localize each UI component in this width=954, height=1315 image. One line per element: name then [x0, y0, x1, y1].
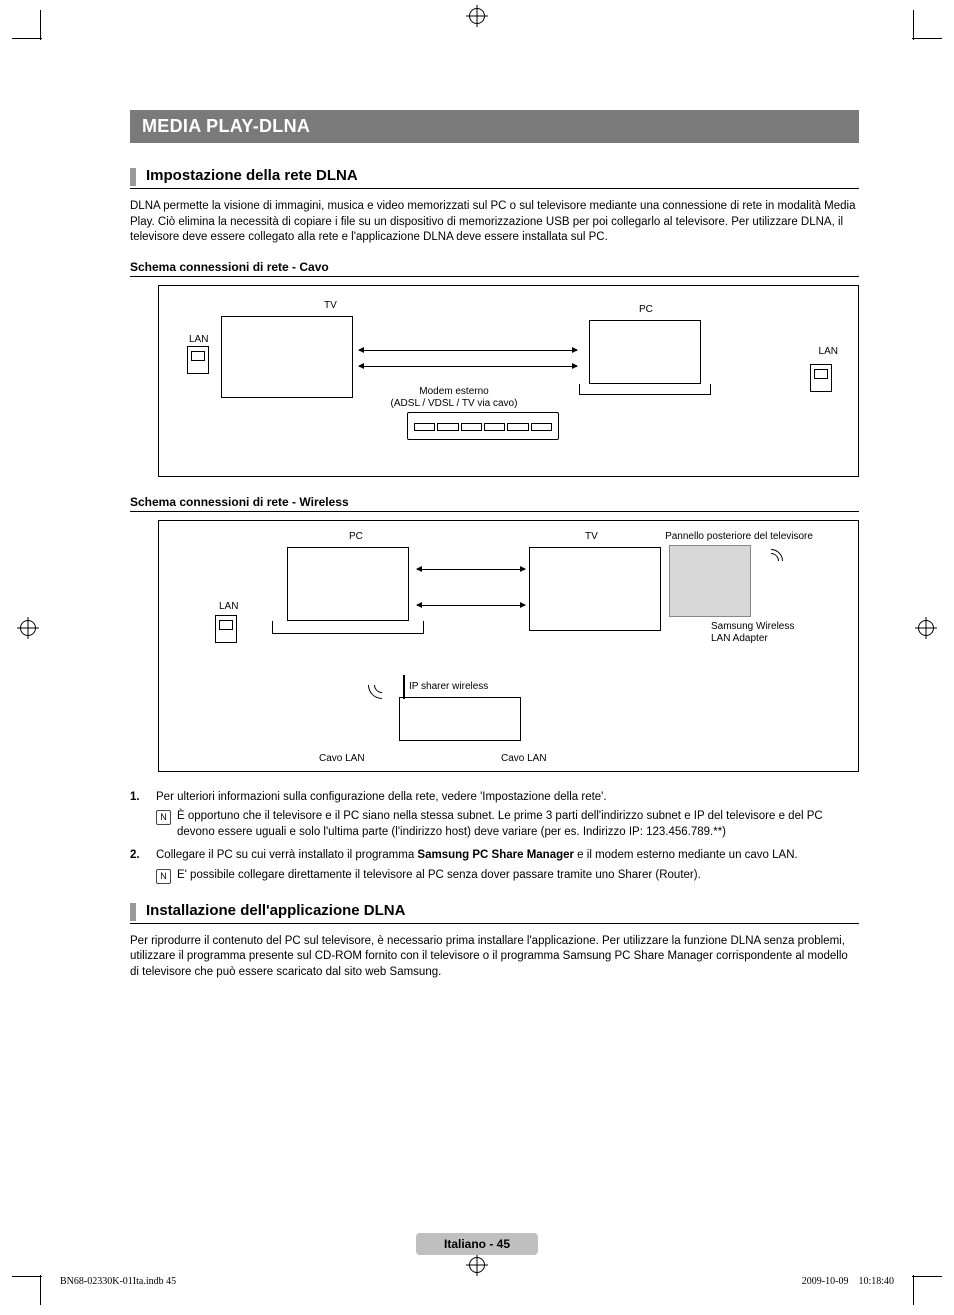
arrow-top2: [359, 366, 577, 367]
instruction-list: 1. Per ulteriori informazioni sulla conf…: [130, 790, 859, 884]
sub-heading-cable: Schema connessioni di rete - Cavo: [130, 260, 859, 277]
wl-arrow-1: [417, 569, 525, 570]
heading-accent-bar: [130, 903, 136, 921]
wl-label-lan: LAN: [219, 601, 238, 612]
label-modem2: (ADSL / VDSL / TV via cavo): [384, 398, 524, 409]
lan-port-right-icon: [810, 364, 832, 392]
heading-text: Impostazione della rete DLNA: [146, 167, 358, 184]
diagram-cable: TV PC LAN LAN Modem esterno (ADSL / VDSL…: [158, 285, 859, 477]
wl-label-panel: Pannello posteriore del televisore: [649, 531, 829, 542]
sub-heading-wireless: Schema connessioni di rete - Wireless: [130, 495, 859, 512]
wl-adapter1: Samsung Wireless: [711, 621, 794, 632]
router-icon: [399, 697, 521, 741]
wl-adapter2: LAN Adapter: [711, 633, 768, 644]
wl-tv-icon: [529, 547, 661, 631]
label-lan-left: LAN: [189, 334, 208, 345]
label-lan-right: LAN: [819, 346, 838, 357]
footer-timestamp: 2009-10-09 10:18:40: [802, 1276, 894, 1287]
wifi-icon-2: [754, 544, 788, 578]
list-num-1: 1.: [130, 790, 148, 841]
wl-label-tv: TV: [585, 531, 598, 542]
label-tv: TV: [324, 300, 337, 311]
modem-icon: [407, 412, 559, 440]
page-number-pill: Italiano - 45: [416, 1233, 538, 1255]
heading-text: Installazione dell'applicazione DLNA: [146, 902, 405, 919]
wl-label-router: IP sharer wireless: [409, 681, 488, 692]
list-item-2-text: Collegare il PC su cui verrà installato …: [156, 848, 798, 864]
heading-accent-bar: [130, 168, 136, 186]
list-item-1-text: Per ulteriori informazioni sulla configu…: [156, 790, 859, 806]
note-icon: N: [156, 810, 171, 825]
heading-dlna-setup: Impostazione della rete DLNA: [130, 167, 859, 189]
list-num-2: 2.: [130, 848, 148, 884]
wl-cable-l: Cavo LAN: [319, 753, 365, 764]
list-item-1-note: È opportuno che il televisore e il PC si…: [177, 809, 859, 840]
wl-panel-icon: [669, 545, 751, 617]
section2-body: Per riprodurre il contenuto del PC sul t…: [130, 934, 859, 981]
wl-arrow-2: [417, 605, 525, 606]
tv-icon: [221, 316, 353, 398]
label-pc: PC: [639, 304, 653, 315]
lan-port-left-icon: [187, 346, 209, 374]
note-icon: N: [156, 869, 171, 884]
antenna-icon: [403, 675, 405, 699]
wl-cable-r: Cavo LAN: [501, 753, 547, 764]
wl-laptop-icon: [287, 547, 424, 634]
section1-body: DLNA permette la visione di immagini, mu…: [130, 199, 859, 246]
heading-dlna-install: Installazione dell'applicazione DLNA: [130, 902, 859, 924]
laptop-icon: [589, 320, 711, 395]
section-banner: MEDIA PLAY-DLNA: [130, 110, 859, 143]
footer-indb: BN68-02330K-01Ita.indb 45: [60, 1276, 176, 1287]
list-item-2-note: E' possibile collegare direttamente il t…: [177, 868, 701, 884]
arrow-top: [359, 350, 577, 351]
label-modem1: Modem esterno: [384, 386, 524, 397]
router-wifi-icon-2: [362, 665, 402, 705]
print-footer: BN68-02330K-01Ita.indb 45 2009-10-09 10:…: [60, 1276, 894, 1287]
wl-label-pc: PC: [349, 531, 363, 542]
diagram-wireless: PC TV Pannello posteriore del televisore…: [158, 520, 859, 772]
wl-lan-port-icon: [215, 615, 237, 643]
